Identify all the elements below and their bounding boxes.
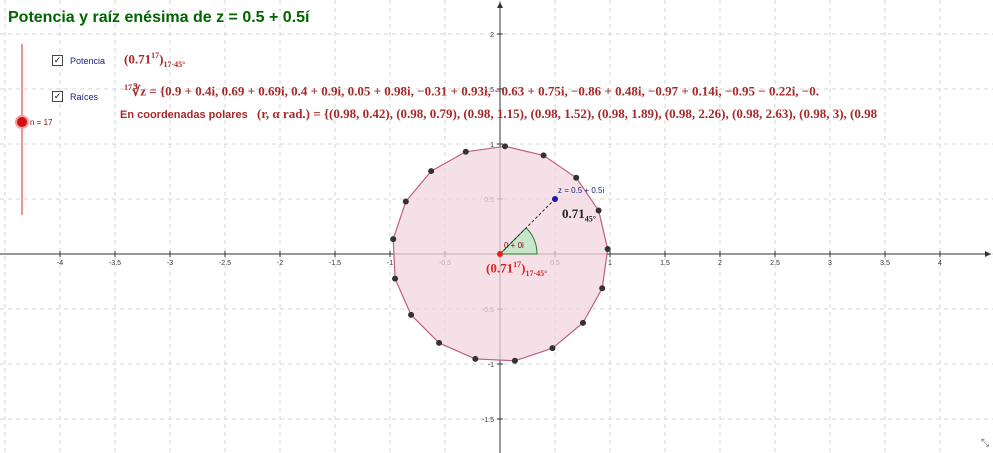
root-point [579, 319, 586, 326]
y-tick-label: -1 [488, 362, 494, 369]
y-tick-label: 2 [490, 32, 494, 39]
root-point [501, 143, 508, 150]
root-point [408, 311, 415, 318]
x-axis-arrow [985, 251, 991, 257]
x-tick-label: 2.5 [770, 260, 780, 267]
x-tick-label: -4 [57, 260, 63, 267]
x-tick-label: 3 [828, 260, 832, 267]
page-title: Potencia y raíz enésima de z = 0.5 + 0.5… [8, 9, 310, 26]
root-point [595, 207, 602, 214]
resize-icon[interactable]: ⤡ [981, 438, 989, 449]
x-tick-label: -1.5 [329, 260, 341, 267]
z-point-label: z = 0.5 + 0.5i [558, 186, 605, 195]
x-tick-label: 4 [938, 260, 942, 267]
raices-checkbox[interactable]: ✓ [52, 91, 63, 102]
root-point [472, 355, 479, 362]
root-point [462, 148, 469, 155]
x-tick-label: -3 [167, 260, 173, 267]
roots-formula: 17∛z = {0.9 + 0.4i, 0.69 + 0.69i, 0.4 + … [124, 83, 819, 99]
root-point [573, 174, 580, 181]
origin-point [497, 251, 503, 257]
root-point [390, 236, 397, 243]
polar-label: En coordenadas polares [120, 109, 248, 121]
y-tick-label: -1.5 [482, 417, 494, 424]
x-tick-label: -2 [277, 260, 283, 267]
root-point [428, 168, 435, 175]
x-tick-label: -2.5 [219, 260, 231, 267]
root-point [402, 198, 409, 205]
origin-point-label: 0 + 0i [504, 241, 524, 250]
x-tick-label: 1 [608, 260, 612, 267]
root-point [511, 357, 518, 364]
root-point [599, 285, 606, 292]
potencia-checkbox[interactable]: ✓ [52, 55, 63, 66]
power-formula: (0.7117)17·45° [124, 51, 186, 69]
root-point [604, 246, 611, 253]
potencia-checkbox-row[interactable]: ✓ Potencia [52, 55, 105, 66]
x-tick-label: 3.5 [880, 260, 890, 267]
slider-handle[interactable] [15, 115, 29, 129]
slider-label: n = 17 [30, 118, 53, 127]
potencia-checkbox-label: Potencia [70, 55, 106, 66]
x-tick-label: -3.5 [109, 260, 121, 267]
raices-checkbox-row[interactable]: ✓ Raíces [52, 91, 98, 102]
y-axis-arrow [497, 2, 503, 8]
polar-formula: En coordenadas polares (r, α rad.) = {(0… [120, 106, 878, 121]
x-tick-label: -1 [387, 260, 393, 267]
root-point [549, 345, 556, 352]
root-point [392, 275, 399, 282]
x-tick-label: 1.5 [660, 260, 670, 267]
power-point-label: (0.7117)17·45° [486, 260, 548, 278]
raices-checkbox-label: Raíces [70, 91, 99, 102]
root-point [436, 339, 443, 346]
z-point [552, 196, 558, 202]
root-point [540, 152, 547, 159]
x-tick-label: 2 [718, 260, 722, 267]
modulus-label: 0.7145° [562, 206, 596, 224]
